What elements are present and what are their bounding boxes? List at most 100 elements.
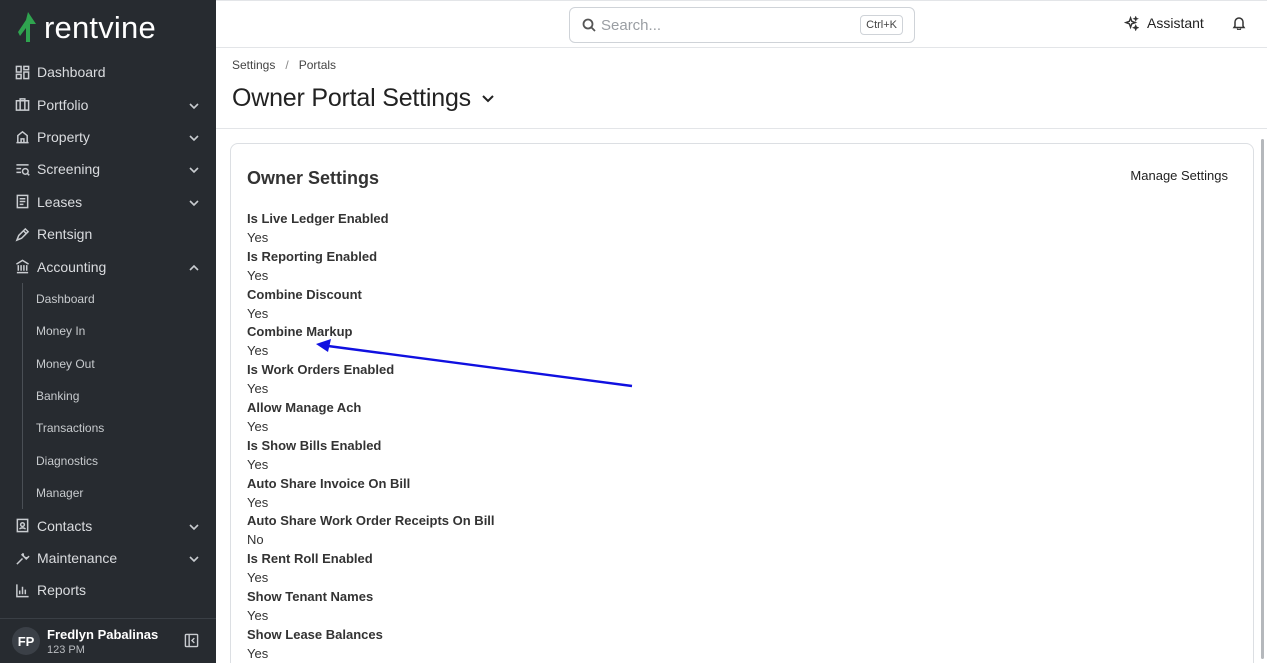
sidebar-item-screening[interactable]: Screening (0, 153, 216, 185)
rentvine-logo-mark-icon (18, 12, 36, 42)
assistant-button[interactable]: Assistant (1124, 15, 1204, 31)
breadcrumb-settings[interactable]: Settings (232, 58, 275, 72)
user-name: Fredlyn Pabalinas (47, 626, 159, 642)
subnav-item-money-in[interactable]: Money In (23, 315, 216, 347)
sidebar-item-label: Contacts (37, 517, 93, 534)
setting-label: Auto Share Invoice On Bill (247, 475, 411, 491)
setting-label: Is Live Ledger Enabled (247, 211, 389, 226)
subnav-item-money-out[interactable]: Money Out (23, 348, 216, 380)
setting-value: Yes (247, 418, 269, 434)
owner-settings-card: Owner Settings Manage Settings Is Live L… (230, 143, 1254, 663)
setting-row: Is Rent Roll Enabled Yes (247, 550, 495, 588)
sidebar-item-portfolio[interactable]: Portfolio (0, 88, 216, 120)
setting-value: Yes (247, 343, 269, 359)
setting-row: Is Reporting Enabled Yes (247, 248, 495, 286)
setting-row: Allow Manage Ach Yes (247, 399, 495, 437)
setting-label: Show Tenant Names (247, 588, 374, 604)
setting-row: Show Lease Balances Yes (247, 626, 495, 663)
sidebar-item-contacts[interactable]: Contacts (0, 509, 216, 541)
setting-label: Combine Markup (247, 324, 353, 340)
chevron-down-icon (188, 99, 200, 111)
card-title: Owner Settings (247, 168, 380, 188)
setting-value: Yes (247, 381, 269, 397)
scrollbar[interactable] (1261, 139, 1264, 659)
setting-value: Yes (247, 267, 269, 283)
sidebar-item-label: Dashboard (37, 64, 106, 81)
breadcrumb: Settings / Portals (232, 58, 336, 72)
collapse-sidebar-icon[interactable] (184, 633, 200, 649)
sidebar-item-label: Rentsign (37, 226, 93, 243)
contacts-icon (14, 518, 30, 534)
search-box[interactable]: Ctrl+K (569, 7, 915, 43)
accounting-subnav: Dashboard Money In Money Out Banking Tra… (22, 282, 216, 510)
setting-row: Combine Markup Yes (247, 323, 495, 361)
sidebar-item-label: Screening (37, 161, 101, 178)
sidebar-item-maintenance[interactable]: Maintenance (0, 542, 216, 574)
brand-name: rentvine (44, 10, 156, 45)
setting-row: Show Tenant Names Yes (247, 588, 495, 626)
setting-row: Auto Share Work Order Receipts On Bill No (247, 512, 495, 550)
sidebar-item-label: Property (37, 128, 90, 145)
setting-label: Auto Share Work Order Receipts On Bill (247, 513, 495, 529)
rentvine-logo[interactable]: rentvine (16, 10, 156, 46)
assistant-label: Assistant (1147, 15, 1204, 31)
avatar: FP (12, 627, 40, 655)
sidebar-item-label: Leases (37, 193, 83, 210)
main-nav: Dashboard Portfolio Property Screening L… (0, 56, 216, 607)
search-input[interactable] (601, 16, 861, 34)
manage-settings-button[interactable]: Manage Settings (1130, 168, 1228, 183)
setting-value: Yes (247, 645, 269, 661)
sidebar-item-accounting[interactable]: Accounting (0, 250, 216, 282)
page-title: Owner Portal Settings (232, 84, 471, 112)
user-profile[interactable]: FP Fredlyn Pabalinas 123 PM (0, 618, 216, 663)
subnav-item-banking[interactable]: Banking (23, 380, 216, 412)
setting-value: Yes (247, 230, 269, 245)
sidebar-item-dashboard[interactable]: Dashboard (0, 56, 216, 88)
chevron-down-icon[interactable] (481, 91, 497, 107)
user-company: 123 PM (47, 643, 85, 656)
subnav-item-manager[interactable]: Manager (23, 477, 216, 509)
leases-icon (14, 194, 30, 210)
chevron-down-icon (188, 131, 200, 143)
setting-label: Is Rent Roll Enabled (247, 551, 373, 567)
breadcrumb-portals[interactable]: Portals (299, 58, 336, 72)
setting-label: Is Work Orders Enabled (247, 362, 395, 378)
search-shortcut-badge: Ctrl+K (860, 15, 903, 35)
setting-row: Is Show Bills Enabled Yes (247, 437, 495, 475)
chevron-down-icon (188, 163, 200, 175)
subnav-item-diagnostics[interactable]: Diagnostics (23, 445, 216, 477)
sidebar-item-rentsign[interactable]: Rentsign (0, 218, 216, 250)
setting-row: Combine Discount Yes (247, 286, 495, 324)
user-info: Fredlyn Pabalinas 123 PM (47, 627, 184, 656)
accounting-icon (14, 259, 30, 275)
sidebar-item-label: Maintenance (37, 550, 118, 567)
dashboard-icon (14, 64, 30, 80)
setting-row: Auto Share Invoice On Bill Yes (247, 475, 495, 513)
setting-label: Allow Manage Ach (247, 399, 362, 415)
sidebar-item-reports[interactable]: Reports (0, 574, 216, 606)
settings-list: Is Live Ledger Enabled Yes Is Reporting En… (247, 210, 495, 663)
main-content: Owner Settings Manage Settings Is Live L… (216, 129, 1267, 663)
sidebar: rentvine Dashboard Portfolio Property Sc… (0, 0, 216, 663)
setting-value: Yes (247, 570, 269, 586)
setting-label: Is Reporting Enabled (247, 248, 378, 264)
sidebar-item-label: Portfolio (37, 96, 89, 113)
page-title-row: Owner Portal Settings (232, 84, 497, 113)
subnav-item-dashboard[interactable]: Dashboard (23, 283, 216, 315)
setting-value: No (247, 532, 264, 548)
chevron-down-icon (188, 552, 200, 564)
subnav-item-transactions[interactable]: Transactions (23, 412, 216, 444)
setting-label: Is Show Bills Enabled (247, 437, 382, 453)
setting-row: Is Live Ledger Enabled Yes (247, 210, 495, 248)
top-bar: Ctrl+K Assistant (216, 0, 1267, 48)
sidebar-item-label: Reports (37, 582, 87, 599)
search-icon (582, 18, 596, 32)
sidebar-item-property[interactable]: Property (0, 121, 216, 153)
sidebar-item-leases[interactable]: Leases (0, 186, 216, 218)
rentsign-icon (14, 226, 30, 242)
notifications-bell-icon[interactable] (1232, 16, 1248, 32)
property-icon (14, 129, 30, 145)
sidebar-item-label: Accounting (37, 258, 107, 275)
screening-icon (14, 161, 30, 177)
setting-value: Yes (247, 494, 269, 510)
